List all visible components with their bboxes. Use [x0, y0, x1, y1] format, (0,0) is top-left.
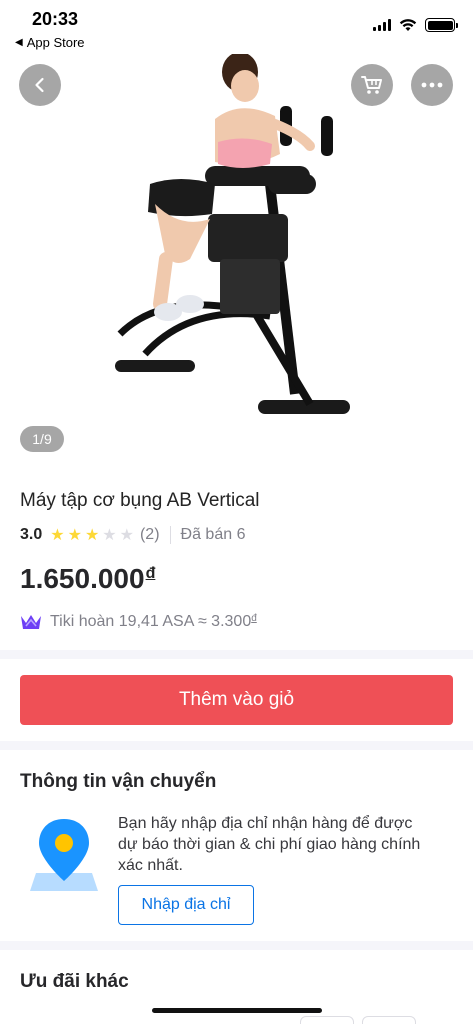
section-divider — [0, 941, 473, 950]
sold-count: Đã bán 6 — [180, 526, 246, 543]
price: 1.650.000 đ — [20, 563, 155, 595]
back-triangle-icon: ◀ — [15, 37, 23, 48]
rating-value: 3.0 — [20, 526, 43, 543]
product-title: Máy tập cơ bụng AB Vertical — [20, 490, 260, 511]
cashback-text: Tiki hoàn 19,41 ASA ≈ 3.300 — [50, 613, 252, 630]
cashback-row: Tiki hoàn 19,41 ASA ≈ 3.300đ — [20, 613, 257, 631]
more-icon — [421, 82, 443, 88]
review-count[interactable]: (2) — [140, 526, 160, 544]
more-options-button[interactable] — [411, 64, 453, 106]
wifi-icon — [399, 19, 417, 31]
chevron-left-icon — [35, 77, 44, 93]
image-counter: 1/9 — [20, 426, 64, 452]
status-time: 20:33 — [32, 9, 79, 29]
back-button[interactable] — [19, 64, 61, 106]
cart-icon — [361, 76, 382, 94]
product-gallery[interactable]: 1/9 — [0, 54, 473, 464]
back-to-app-store[interactable]: ◀ App Store — [15, 35, 85, 50]
battery-icon — [425, 18, 458, 32]
add-to-cart-button[interactable]: Thêm vào giỏ — [20, 675, 453, 725]
offer-chip[interactable] — [300, 1016, 354, 1024]
star-filled-icon: ★ — [84, 527, 100, 544]
rating-row[interactable]: 3.0 ★ ★ ★ ★ ★ (2) Đã bán 6 — [20, 525, 245, 545]
cart-button[interactable] — [351, 64, 393, 106]
price-value: 1.650.000 — [20, 563, 145, 594]
offer-chip[interactable] — [362, 1016, 416, 1024]
cashback-currency: đ — [251, 613, 257, 624]
status-icons — [373, 18, 458, 32]
status-bar: 20:33 ◀ App Store — [0, 0, 473, 54]
star-empty-icon: ★ — [102, 527, 117, 544]
section-divider — [0, 741, 473, 750]
enter-address-button[interactable]: Nhập địa chỉ — [118, 885, 254, 925]
star-filled-icon: ★ — [67, 527, 82, 544]
star-empty-icon: ★ — [119, 527, 134, 544]
divider — [169, 526, 171, 544]
product-image — [115, 54, 350, 414]
section-divider — [0, 650, 473, 659]
location-pin-icon — [30, 819, 98, 891]
price-currency: đ — [145, 565, 156, 582]
star-filled-icon: ★ — [50, 527, 65, 544]
rating-stars: ★ ★ ★ ★ ★ — [50, 525, 134, 545]
cellular-signal-icon — [373, 19, 391, 31]
back-to-app-label: App Store — [26, 35, 85, 50]
shipping-section-title: Thông tin vận chuyển — [20, 771, 217, 792]
shipping-description: Bạn hãy nhập địa chỉ nhận hàng để được d… — [118, 815, 421, 874]
other-offers-title: Ưu đãi khác — [20, 971, 129, 992]
crown-icon — [21, 615, 41, 629]
home-indicator — [152, 1008, 322, 1013]
